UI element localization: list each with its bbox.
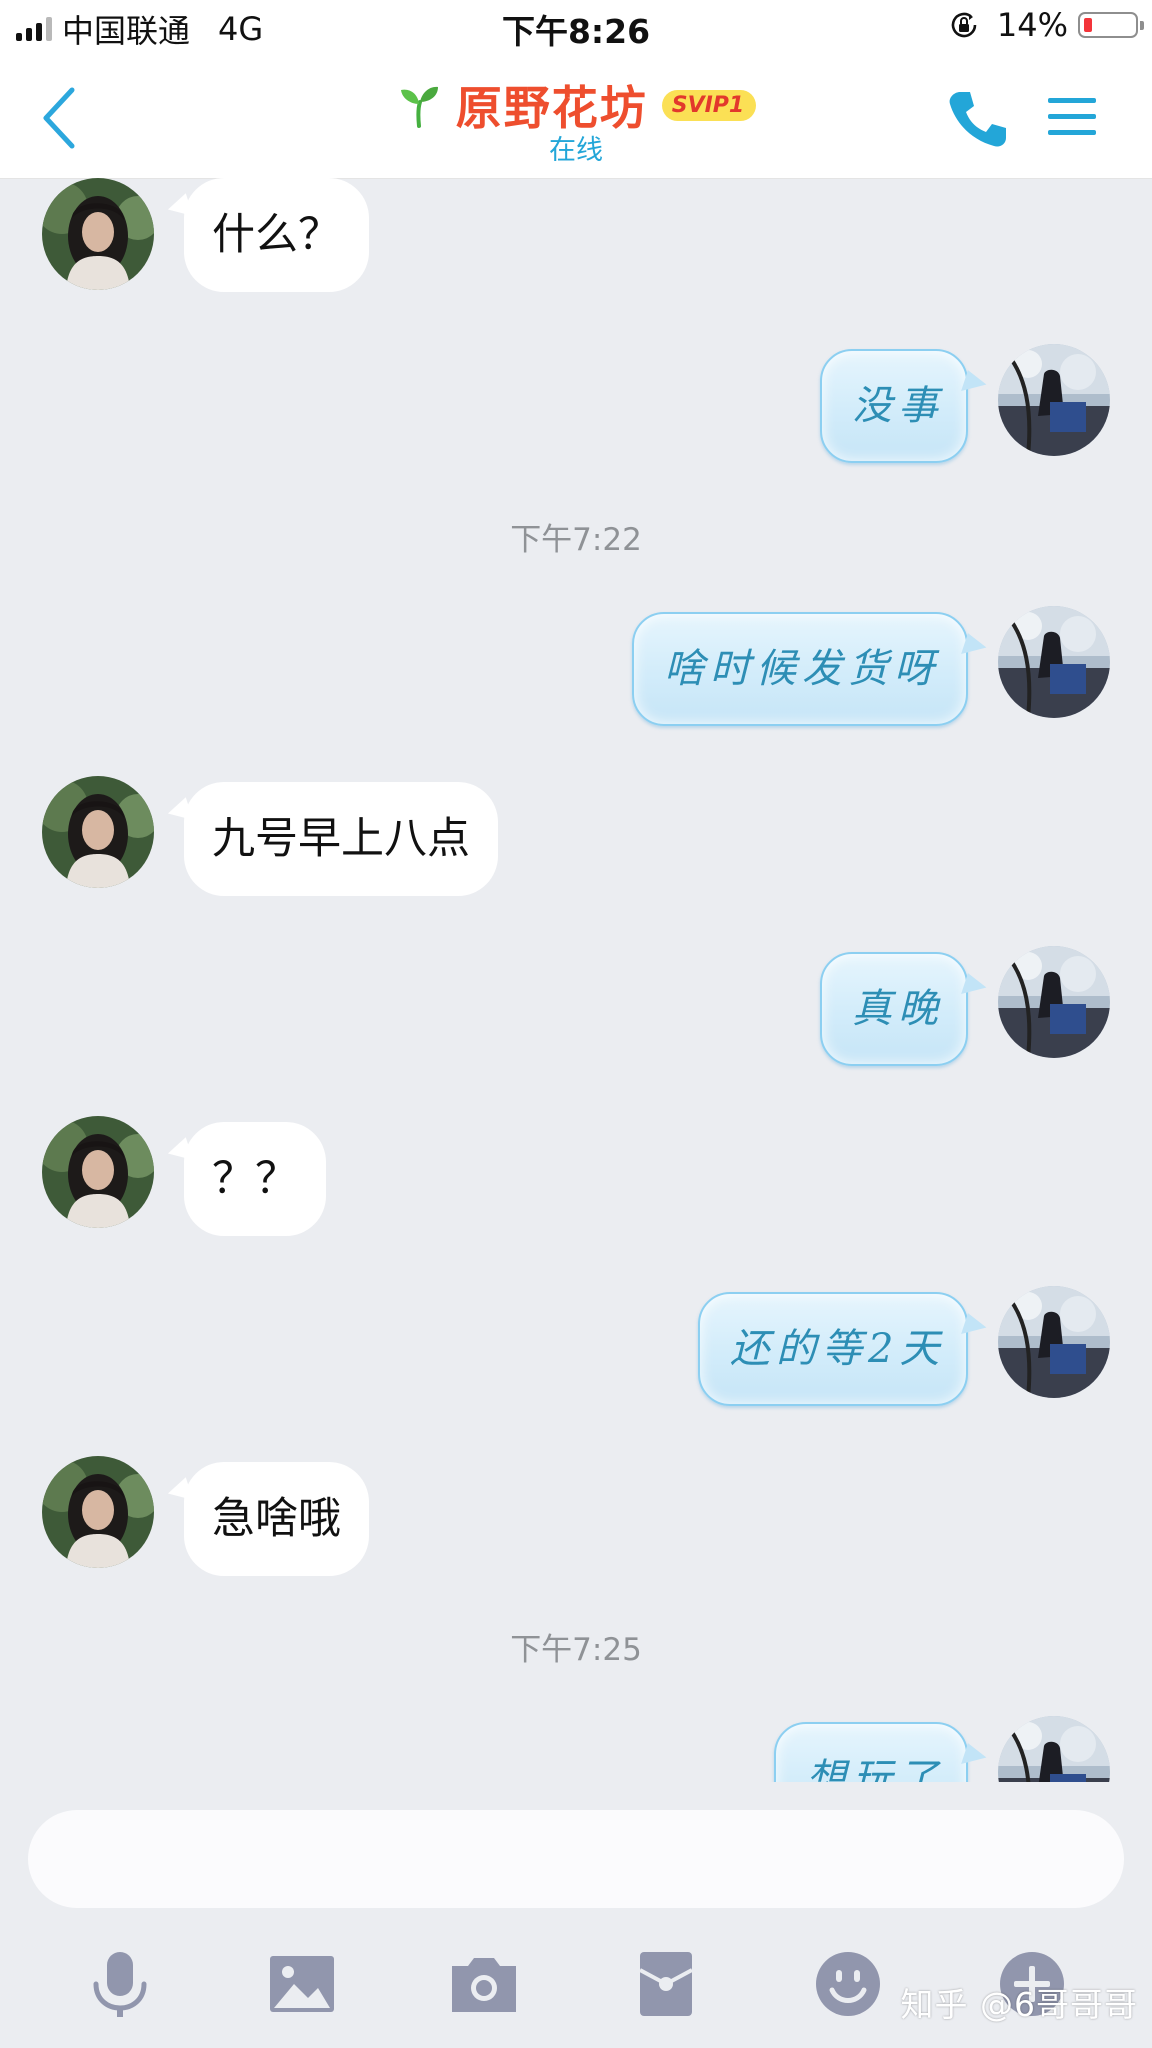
orientation-lock-icon: [951, 12, 977, 38]
incoming-message[interactable]: 什么？: [184, 178, 369, 292]
message-text: 急啥哦: [212, 1494, 341, 1544]
contact-avatar[interactable]: [42, 1116, 154, 1228]
contact-avatar[interactable]: [42, 776, 154, 888]
message-text: 九号早上八点: [212, 814, 470, 864]
phone-icon[interactable]: [946, 88, 1008, 150]
menu-icon[interactable]: [1046, 94, 1098, 140]
red-packet-icon[interactable]: [628, 1946, 704, 2022]
my-avatar[interactable]: [998, 1286, 1110, 1398]
battery-percent: 14%: [996, 6, 1068, 44]
image-icon[interactable]: [264, 1946, 340, 2022]
status-bar: 中国联通 4G 下午8:26 14%: [0, 0, 1152, 58]
sprout-icon: [400, 86, 438, 128]
microphone-icon[interactable]: [82, 1946, 158, 2022]
my-avatar[interactable]: [998, 946, 1110, 1058]
svip-badge: SVIP1: [661, 89, 757, 121]
my-avatar[interactable]: [998, 606, 1110, 718]
outgoing-message[interactable]: 没事: [820, 349, 968, 463]
message-timestamp: 下午7:25: [510, 1632, 642, 1668]
message-text: 真晚: [852, 986, 944, 1032]
input-area: 知乎 @6哥哥哥: [0, 1782, 1152, 2048]
message-text: 还的等2天: [730, 1326, 946, 1372]
message-text: ？？: [212, 1154, 298, 1204]
outgoing-message[interactable]: 真晚: [820, 952, 968, 1066]
contact-avatar[interactable]: [42, 1456, 154, 1568]
status-right: 14%: [949, 6, 1144, 44]
outgoing-message[interactable]: 想玩了: [774, 1722, 968, 1782]
message-text: 没事: [852, 383, 944, 429]
chat-list[interactable]: 什么？ 没事 下午7:22 啥时候发货呀 九号早上八点 真晚 ？？ 还的等2天: [0, 178, 1152, 1782]
chat-header: 原野花坊 SVIP1 在线: [0, 58, 1152, 179]
incoming-message[interactable]: 九号早上八点: [184, 782, 498, 896]
message-text: 啥时候发货呀: [664, 646, 940, 692]
incoming-message[interactable]: ？？: [184, 1122, 326, 1236]
message-timestamp: 下午7:22: [510, 522, 642, 558]
my-avatar[interactable]: [998, 344, 1110, 456]
outgoing-message[interactable]: 啥时候发货呀: [632, 612, 968, 726]
outgoing-message[interactable]: 还的等2天: [698, 1292, 968, 1406]
message-text: 想玩了: [806, 1756, 944, 1782]
camera-icon[interactable]: [446, 1946, 522, 2022]
my-avatar[interactable]: [998, 1716, 1110, 1782]
message-text: 什么？: [212, 210, 341, 260]
contact-avatar[interactable]: [42, 178, 154, 290]
incoming-message[interactable]: 急啥哦: [184, 1462, 369, 1576]
battery-icon: [1078, 12, 1144, 38]
emoji-icon[interactable]: [810, 1946, 886, 2022]
message-input[interactable]: [28, 1810, 1124, 1908]
watermark: 知乎 @6哥哥哥: [900, 1985, 1138, 2024]
